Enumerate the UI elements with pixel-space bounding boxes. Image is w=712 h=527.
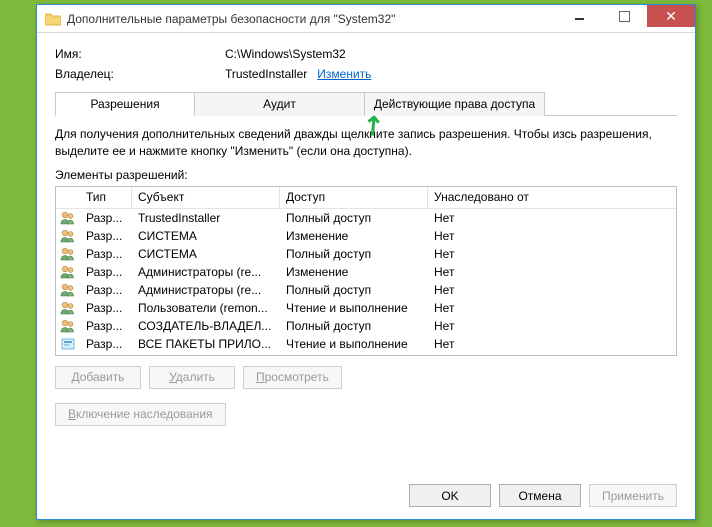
cell-subject: ВСЕ ПАКЕТЫ ПРИЛО... <box>132 337 280 351</box>
cell-type: Разр... <box>80 283 132 297</box>
cell-access: Изменение <box>280 265 428 279</box>
col-type-header[interactable]: Тип <box>80 187 132 208</box>
minimize-button[interactable] <box>557 5 602 27</box>
folder-icon <box>45 11 61 27</box>
group-icon <box>56 282 80 298</box>
table-row[interactable]: Разр...СИСТЕМАПолный доступНет <box>56 245 676 263</box>
cell-subject: Администраторы (re... <box>132 265 280 279</box>
cell-type: Разр... <box>80 301 132 315</box>
tab-permissions[interactable]: Разрешения <box>55 92 195 116</box>
col-inherited-header[interactable]: Унаследовано от <box>428 187 676 208</box>
cancel-button[interactable]: Отмена <box>499 484 581 507</box>
table-row[interactable]: Разр...СИСТЕМАИзменениеНет <box>56 227 676 245</box>
tab-strip: Разрешения Аудит Действующие права досту… <box>55 91 677 116</box>
ok-button[interactable]: OK <box>409 484 491 507</box>
cell-access: Полный доступ <box>280 211 428 225</box>
cell-inherited: Нет <box>428 319 676 333</box>
owner-row: Владелец: TrustedInstaller Изменить <box>55 67 677 81</box>
window-title: Дополнительные параметры безопасности дл… <box>67 12 557 26</box>
cell-inherited: Нет <box>428 301 676 315</box>
list-body: Разр...TrustedInstallerПолный доступНетР… <box>56 209 676 353</box>
maximize-button[interactable] <box>602 5 647 27</box>
cell-subject: TrustedInstaller <box>132 211 280 225</box>
package-icon <box>56 336 80 352</box>
cell-inherited: Нет <box>428 337 676 351</box>
cell-access: Чтение и выполнение <box>280 301 428 315</box>
list-header[interactable]: Тип Субъект Доступ Унаследовано от <box>56 187 676 209</box>
tab-audit[interactable]: Аудит <box>195 92 365 116</box>
cell-subject: СИСТЕМА <box>132 229 280 243</box>
group-icon <box>56 318 80 334</box>
cell-access: Полный доступ <box>280 247 428 261</box>
cell-access: Изменение <box>280 229 428 243</box>
cell-inherited: Нет <box>428 229 676 243</box>
col-subject-header[interactable]: Субъект <box>132 187 280 208</box>
table-row[interactable]: Разр...Пользователи (remon...Чтение и вы… <box>56 299 676 317</box>
table-row[interactable]: Разр...СОЗДАТЕЛЬ-ВЛАДЕЛ...Полный доступН… <box>56 317 676 335</box>
group-icon <box>56 228 80 244</box>
change-owner-link[interactable]: Изменить <box>317 67 371 81</box>
group-icon <box>56 300 80 316</box>
security-dialog: Дополнительные параметры безопасности дл… <box>36 4 696 520</box>
name-row: Имя: C:\Windows\System32 <box>55 47 677 61</box>
tab-description: Для получения дополнительных сведений дв… <box>55 126 677 160</box>
group-icon <box>56 246 80 262</box>
window-controls: ✕ <box>557 5 695 32</box>
table-row[interactable]: Разр...ВСЕ ПАКЕТЫ ПРИЛО...Чтение и выпол… <box>56 335 676 353</box>
owner-value: TrustedInstaller <box>225 67 307 81</box>
section-title: Элементы разрешений: <box>55 168 677 182</box>
cell-subject: СИСТЕМА <box>132 247 280 261</box>
col-icon-header <box>56 187 80 208</box>
col-access-header[interactable]: Доступ <box>280 187 428 208</box>
cell-inherited: Нет <box>428 283 676 297</box>
remove-button: Удалить <box>149 366 235 389</box>
cell-type: Разр... <box>80 229 132 243</box>
cell-subject: Администраторы (re... <box>132 283 280 297</box>
titlebar[interactable]: Дополнительные параметры безопасности дл… <box>37 5 695 33</box>
cell-inherited: Нет <box>428 265 676 279</box>
dialog-content: Имя: C:\Windows\System32 Владелец: Trust… <box>37 33 695 438</box>
group-icon <box>56 264 80 280</box>
cell-type: Разр... <box>80 319 132 333</box>
permissions-list[interactable]: Тип Субъект Доступ Унаследовано от Разр.… <box>55 186 677 356</box>
name-value: C:\Windows\System32 <box>225 47 346 61</box>
enable-inheritance-button: Включение наследования <box>55 403 226 426</box>
name-label: Имя: <box>55 47 225 61</box>
cell-subject: Пользователи (remon... <box>132 301 280 315</box>
table-row[interactable]: Разр...Администраторы (re...ИзменениеНет <box>56 263 676 281</box>
table-row[interactable]: Разр...Администраторы (re...Полный досту… <box>56 281 676 299</box>
owner-label: Владелец: <box>55 67 225 81</box>
add-button: Добавить <box>55 366 141 389</box>
table-row[interactable]: Разр...TrustedInstallerПолный доступНет <box>56 209 676 227</box>
cell-type: Разр... <box>80 247 132 261</box>
action-row: Добавить Удалить Просмотреть <box>55 366 677 389</box>
tab-effective-access[interactable]: Действующие права доступа <box>365 92 545 116</box>
cell-inherited: Нет <box>428 247 676 261</box>
cell-type: Разр... <box>80 211 132 225</box>
apply-button: Применить <box>589 484 677 507</box>
cell-type: Разр... <box>80 265 132 279</box>
view-button: Просмотреть <box>243 366 342 389</box>
cell-subject: СОЗДАТЕЛЬ-ВЛАДЕЛ... <box>132 319 280 333</box>
cell-access: Чтение и выполнение <box>280 337 428 351</box>
cell-type: Разр... <box>80 337 132 351</box>
inherit-row: Включение наследования <box>55 403 677 426</box>
cell-inherited: Нет <box>428 211 676 225</box>
close-button[interactable]: ✕ <box>647 5 695 27</box>
dialog-buttons: OK Отмена Применить <box>409 484 677 507</box>
group-icon <box>56 210 80 226</box>
cell-access: Полный доступ <box>280 319 428 333</box>
cell-access: Полный доступ <box>280 283 428 297</box>
